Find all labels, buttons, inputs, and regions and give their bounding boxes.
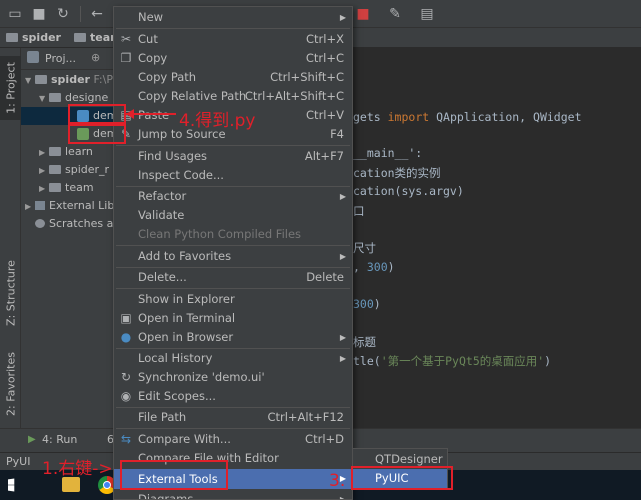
folder-icon [49,183,61,192]
menu-item-refactor[interactable]: Refactor ▶ [114,187,352,206]
library-icon [35,201,45,210]
windows-start-icon[interactable] [8,478,15,492]
chevron-right-icon: ▶ [25,202,32,211]
stop-icon[interactable]: ■ [354,5,372,23]
folder-icon [35,75,47,84]
tree-item-scratches[interactable]: Scratches a [35,215,113,233]
wrench-icon[interactable]: ✎ [386,5,404,23]
tree-item-spider-r[interactable]: ▶ spider_r [39,161,109,179]
menu-item-find-usages[interactable]: Find Usages Alt+F7 [114,147,352,166]
menu-item-add-to-favorites[interactable]: Add to Favorites ▶ [114,247,352,266]
menu-item-diagrams[interactable]: Diagrams ▶ [114,490,352,500]
code-line: cation(sys.argv) [353,184,464,198]
chevron-right-icon: ▶ [339,333,346,342]
tree-item-learn[interactable]: ▶ learn [39,143,93,161]
chevron-down-icon: ▼ [25,76,32,85]
folder-icon [49,147,61,156]
menu-item-synchronize[interactable]: ↻ Synchronize 'demo.ui' [114,368,352,387]
folder-icon [6,33,18,42]
annotation-box-py-file [68,104,126,124]
menu-item-cut[interactable]: ✂ Cut Ctrl+X [114,30,352,49]
chevron-right-icon: ▶ [339,252,346,261]
scissors-icon: ✂ [120,32,132,46]
tab-run[interactable]: 4: Run [42,433,77,446]
chevron-right-icon: ▶ [339,192,346,201]
folder-icon[interactable]: ▭ [6,5,24,23]
compare-icon: ⇆ [120,432,132,446]
chevron-down-icon: ▼ [39,94,46,103]
tab-project[interactable]: 1: Project [0,56,21,120]
code-line: 尺寸 [353,241,376,255]
menu-item-delete[interactable]: Delete... Delete [114,268,352,287]
code-line-import: gets import QApplication, QWidget [353,110,582,124]
code-line: cation类的实例 [353,166,441,180]
menu-item-local-history[interactable]: Local History ▶ [114,349,352,368]
file-explorer-icon[interactable] [62,477,80,492]
menu-item-copy-path[interactable]: Copy Path Ctrl+Shift+C [114,68,352,87]
menu-item-open-in-browser[interactable]: ● Open in Browser ▶ [114,328,352,347]
project-panel-header: Proj... ⊕ [21,48,117,70]
chevron-right-icon: ▶ [39,184,46,193]
back-icon[interactable]: ← [88,5,106,23]
menu-item-copy-relative-path[interactable]: Copy Relative Path Ctrl+Alt+Shift+C [114,87,352,106]
code-line: , 300) [353,260,395,274]
annotation-step-4: 4.得到.py [179,111,256,131]
settings-icon[interactable]: ⊕ [91,51,100,64]
menu-item-copy[interactable]: ❐ Copy Ctrl+C [114,49,352,68]
chevron-right-icon: ▶ [339,354,346,363]
annotation-arrow-head-icon [126,109,134,119]
code-line: 300) [353,297,381,311]
menu-item-open-in-terminal[interactable]: ▣ Open in Terminal [114,309,352,328]
annotation-step-3: 3. [329,471,346,491]
chevron-right-icon: ▶ [339,13,346,22]
code-line: 口 [353,204,365,218]
sync-icon[interactable]: ↻ [54,5,72,23]
menu-item-validate[interactable]: Validate [114,206,352,225]
chevron-right-icon: ▶ [339,495,346,500]
code-line: 标题 [353,335,376,349]
globe-icon: ● [120,330,132,344]
folder-icon [49,165,61,174]
scratches-icon [35,219,45,228]
project-icon [27,51,39,63]
terminal-icon: ▣ [120,311,132,325]
tree-item-spider[interactable]: ▼ spider F:\P [25,71,113,89]
status-text: PyUI [6,455,31,468]
menu-item-file-path[interactable]: File Path Ctrl+Alt+F12 [114,408,352,427]
copy-icon: ❐ [120,51,132,65]
menu-item-clean-python-compiled: Clean Python Compiled Files [138,227,302,241]
tree-item-external-libraries[interactable]: ▶ External Lib [25,197,114,215]
code-line-set-title: tle('第一个基于PyQt5的桌面应用') [353,354,552,368]
tab-structure[interactable]: Z: Structure [0,253,21,333]
left-tool-strip: 1: Project Z: Structure 2: Favorites [0,48,21,452]
folder-icon [49,93,61,102]
breadcrumb-spider[interactable]: spider [6,30,61,46]
annotation-step-1: 1.右键-> [42,459,113,479]
menu-item-new[interactable]: New ▶ [114,8,352,27]
annotation-box-pyuic [351,466,453,490]
project-view-selector[interactable]: Proj... [45,52,76,65]
folder-icon [74,33,86,42]
menu-item-compare-with[interactable]: ⇆ Compare With... Ctrl+D [114,430,352,449]
menu-item-show-in-explorer[interactable]: Show in Explorer [114,290,352,309]
scopes-icon: ◉ [120,389,132,403]
chevron-right-icon: ▶ [39,166,46,175]
chevron-right-icon: ▶ [39,148,46,157]
menu-item-edit-scopes[interactable]: ◉ Edit Scopes... [114,387,352,406]
sdk-icon[interactable]: ▤ [418,5,436,23]
tab-favorites[interactable]: 2: Favorites [0,344,21,424]
annotation-box-external-tools [120,460,228,490]
annotation-box-ui-file [68,124,126,144]
save-icon[interactable]: ■ [30,5,48,23]
context-menu: New ▶ ✂ Cut Ctrl+X ❐ Copy Ctrl+C Copy Path Ctr… [113,6,353,500]
code-line: __main__': [353,146,423,160]
tree-item-team[interactable]: ▶ team [39,179,94,197]
run-icon: ▶ [28,434,36,445]
menu-item-inspect-code[interactable]: Inspect Code... [114,166,352,185]
sync-icon: ↻ [120,370,132,384]
